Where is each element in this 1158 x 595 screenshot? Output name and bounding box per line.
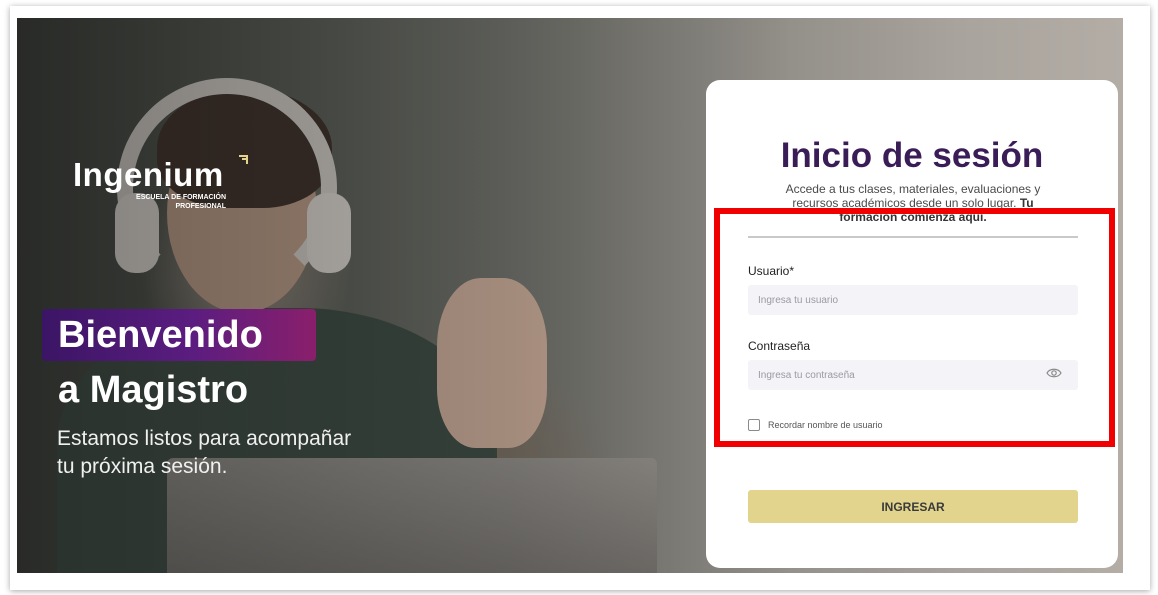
logo-subtitle-line2: PROFESIONAL [175, 203, 226, 210]
welcome-subtitle: Estamos listos para acompañar tu próxima… [57, 427, 352, 478]
logo-subtitle: ESCUELA DE FORMACIÓN PROFESIONAL [73, 193, 226, 211]
welcome-heading: a Magistro [58, 369, 249, 411]
login-title: Inicio de sesión [780, 136, 1044, 175]
ingresar-button[interactable]: INGRESAR [748, 490, 1078, 523]
annotation-highlight-box [714, 208, 1115, 447]
login-description-text: Accede a tus clases, materiales, evaluac… [785, 182, 1041, 210]
logo-mark-icon [239, 155, 248, 164]
logo-subtitle-line1: ESCUELA DE FORMACIÓN [136, 194, 226, 201]
ingenium-logo: Ingenium ESCUELA DE FORMACIÓN PROFESIONA… [73, 155, 248, 211]
welcome-badge: Bienvenido [42, 309, 316, 361]
logo-text: Ingenium [73, 156, 224, 193]
